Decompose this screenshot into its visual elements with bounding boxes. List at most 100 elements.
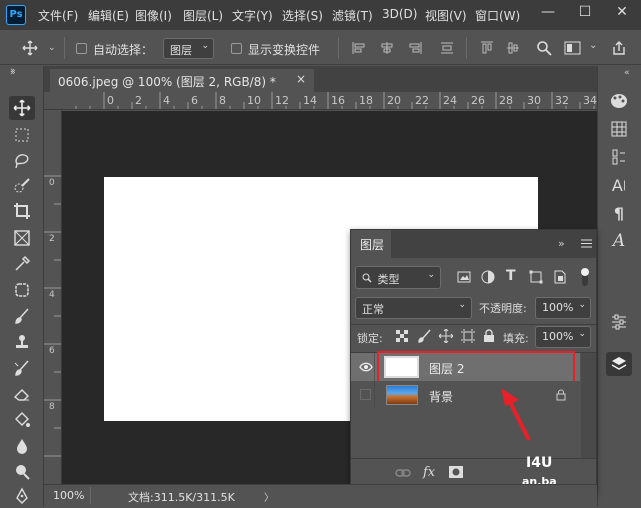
- crop-tool-icon[interactable]: [9, 199, 35, 223]
- marquee-tool-icon[interactable]: [9, 123, 35, 147]
- preset-chevron-down-icon[interactable]: ⌄: [48, 43, 56, 53]
- workspace-chevron-icon[interactable]: ⌄: [589, 40, 597, 51]
- zoom-level[interactable]: 100%: [53, 489, 84, 502]
- swatches-grid-icon[interactable]: [606, 117, 632, 141]
- pen-tool-icon[interactable]: [9, 484, 35, 508]
- layer-name[interactable]: 背景: [429, 388, 453, 405]
- link-layers-icon[interactable]: [395, 468, 411, 478]
- history-brush-tool-icon[interactable]: [9, 356, 35, 380]
- dock-collapse-icon[interactable]: «: [624, 68, 630, 78]
- filter-toggle-switch[interactable]: [580, 266, 590, 288]
- menu-type[interactable]: 文字(Y): [232, 7, 273, 24]
- tab-document[interactable]: 0606.jpeg @ 100% (图层 2, RGB/8) * ×: [50, 69, 314, 92]
- layer-thumbnail-image: [386, 385, 418, 405]
- filter-pixel-icon[interactable]: [457, 270, 471, 284]
- menu-bar: Ps 文件(F) 编辑(E) 图像(I) 图层(L) 文字(Y) 选择(S) 滤…: [0, 0, 641, 30]
- lock-transparent-icon[interactable]: [396, 330, 408, 342]
- filter-type-label: 类型: [377, 273, 400, 286]
- color-palette-icon[interactable]: [606, 89, 632, 113]
- blur-tool-icon[interactable]: [9, 434, 35, 458]
- lock-position-icon[interactable]: [439, 329, 453, 343]
- opacity-input[interactable]: 100% ⌄: [535, 297, 591, 319]
- ruler-h-label: 8: [219, 94, 226, 107]
- visibility-eye-icon[interactable]: [359, 362, 373, 372]
- align-right-icon[interactable]: [408, 41, 422, 55]
- tab-close-icon[interactable]: ×: [296, 72, 306, 86]
- menu-edit[interactable]: 编辑(E): [88, 7, 129, 24]
- fill-input[interactable]: 100% ⌄: [535, 326, 591, 348]
- maximize-button[interactable]: ☐: [567, 0, 603, 24]
- annotation-arrow: [501, 388, 531, 441]
- add-mask-icon[interactable]: [449, 466, 463, 478]
- layer-row-background[interactable]: 背景: [351, 381, 580, 409]
- divider: [64, 37, 65, 59]
- distribute-icon[interactable]: [440, 41, 454, 55]
- menu-window[interactable]: 窗口(W): [475, 7, 520, 24]
- menu-view[interactable]: 视图(V): [425, 7, 467, 24]
- lock-artboard-icon[interactable]: [461, 329, 475, 343]
- auto-select-dropdown[interactable]: 图层 ⌄: [163, 38, 214, 59]
- adjustments-icon[interactable]: [606, 145, 632, 169]
- menu-layer[interactable]: 图层(L): [183, 7, 223, 24]
- move-tool-preset-icon[interactable]: [22, 40, 38, 56]
- filter-type-icon[interactable]: T: [506, 268, 516, 284]
- clone-stamp-tool-icon[interactable]: [9, 330, 35, 354]
- show-transform-label: 显示变换控件: [248, 43, 321, 57]
- status-bar: 100% 文档:311.5K/311.5K 〉: [44, 484, 597, 507]
- layers-panel-icon[interactable]: [606, 352, 632, 376]
- dodge-tool-icon[interactable]: [9, 460, 35, 484]
- menu-3d[interactable]: 3D(D): [382, 7, 417, 21]
- opacity-label: 不透明度:: [479, 302, 527, 315]
- brush-tool-icon[interactable]: [9, 304, 35, 328]
- panel-collapse-icon[interactable]: »: [558, 237, 565, 250]
- quick-select-tool-icon[interactable]: [9, 174, 35, 198]
- align-center-icon[interactable]: [380, 41, 394, 55]
- layer-filter-dropdown[interactable]: 类型 ⌄: [355, 266, 441, 289]
- align-left-icon[interactable]: [352, 41, 366, 55]
- lasso-tool-icon[interactable]: [9, 149, 35, 173]
- right-panel-dock: « A | ¶ A: [597, 66, 641, 507]
- status-menu-chevron-icon[interactable]: 〉: [264, 489, 274, 504]
- align-top-icon[interactable]: [480, 41, 494, 55]
- eraser-tool-icon[interactable]: [9, 382, 35, 406]
- properties-icon[interactable]: [606, 310, 632, 334]
- ruler-v-label: 4: [49, 290, 55, 300]
- divider: [374, 353, 375, 381]
- blend-mode-dropdown[interactable]: 正常 ⌄: [355, 297, 472, 319]
- visibility-toggle-empty[interactable]: [360, 389, 371, 400]
- ruler-h-ticks: [75, 92, 595, 109]
- menu-image[interactable]: 图像(I): [135, 7, 172, 24]
- share-icon[interactable]: [611, 40, 627, 56]
- tab-expand-icon[interactable]: »: [10, 66, 16, 76]
- paint-bucket-tool-icon[interactable]: [9, 408, 35, 432]
- fx-effects-icon[interactable]: fx: [423, 465, 435, 480]
- menu-file[interactable]: 文件(F): [38, 7, 78, 24]
- menu-select[interactable]: 选择(S): [282, 7, 323, 24]
- auto-select-checkbox[interactable]: [76, 43, 87, 54]
- lock-all-icon[interactable]: [483, 329, 495, 343]
- frame-tool-icon[interactable]: [9, 226, 35, 250]
- workspace-icon[interactable]: [564, 41, 582, 55]
- search-icon[interactable]: [536, 40, 552, 56]
- show-transform-checkbox[interactable]: [231, 43, 242, 54]
- filter-smart-object-icon[interactable]: [553, 270, 567, 284]
- lock-pixels-icon[interactable]: [417, 329, 431, 343]
- panel-menu-icon[interactable]: [581, 239, 592, 248]
- glyphs-icon[interactable]: A: [606, 229, 632, 253]
- divider: [466, 37, 467, 59]
- ruler-h-label: 32: [555, 94, 569, 107]
- filter-shape-icon[interactable]: [529, 270, 543, 284]
- align-middle-icon[interactable]: [506, 41, 520, 55]
- eyedropper-tool-icon[interactable]: [9, 252, 35, 276]
- close-button[interactable]: ✕: [604, 0, 640, 24]
- ruler-h-label: 34: [583, 94, 597, 107]
- filter-adjustment-icon[interactable]: [481, 270, 495, 284]
- minimize-button[interactable]: —: [530, 0, 566, 24]
- paragraph-icon[interactable]: ¶: [606, 201, 632, 225]
- healing-brush-tool-icon[interactable]: [9, 278, 35, 302]
- ruler-h-label: 14: [303, 94, 317, 107]
- tab-layers[interactable]: 图层: [351, 230, 391, 258]
- move-tool-icon[interactable]: [9, 96, 35, 120]
- character-icon[interactable]: A |: [606, 173, 632, 197]
- menu-filter[interactable]: 滤镜(T): [332, 7, 373, 24]
